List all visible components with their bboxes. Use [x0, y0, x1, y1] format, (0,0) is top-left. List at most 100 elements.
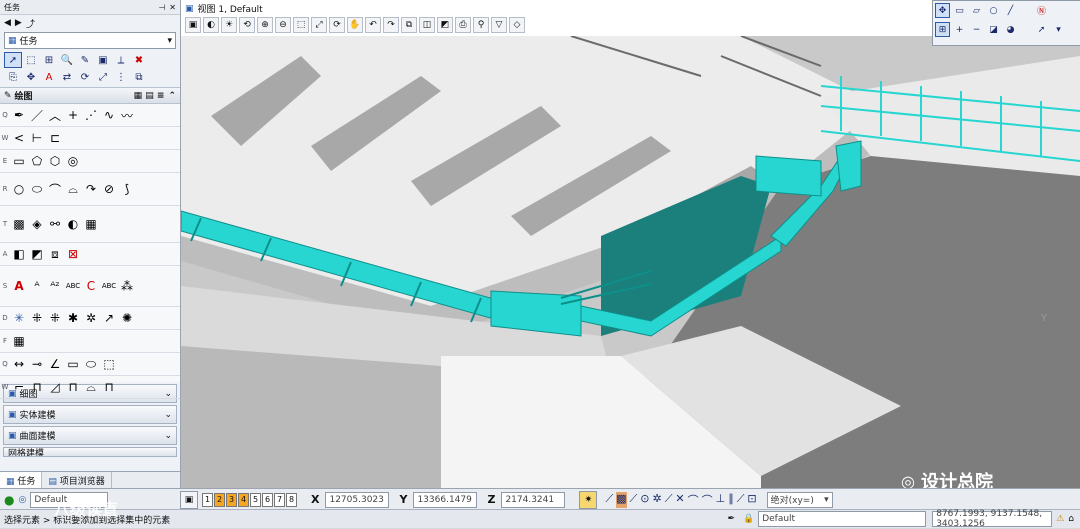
copy-icon[interactable]: ⎘ — [4, 69, 22, 85]
display-style-icon[interactable]: ◐ — [203, 17, 219, 33]
text-edit-icon[interactable]: ᴬ — [28, 278, 46, 294]
fill-icon[interactable]: ◐ — [64, 216, 82, 232]
place-text-icon[interactable]: A — [10, 278, 28, 294]
view-button-2[interactable]: 2 — [214, 492, 225, 507]
pan-view-icon[interactable]: ✋ — [347, 17, 363, 33]
shape-icon[interactable]: ⬠ — [28, 153, 46, 169]
chevron-tool-icon[interactable]: ︿ — [46, 107, 64, 123]
z-coordinate-field[interactable]: 2174.3241 — [501, 491, 566, 508]
clip-mask-icon[interactable]: ◩ — [437, 17, 453, 33]
up-icon[interactable]: ⤴ — [26, 17, 35, 30]
cell-icon[interactable]: ◧ — [10, 246, 28, 262]
cell-select-icon[interactable]: ◩ — [28, 246, 46, 262]
circle-icon[interactable]: ◎ — [64, 153, 82, 169]
chevron-down-icon[interactable]: ▾ — [1051, 22, 1066, 37]
arc-3pt-icon[interactable]: ↷ — [82, 181, 100, 197]
text-case-icon[interactable]: C — [82, 278, 100, 294]
snap-point-on-icon[interactable]: ⊡ — [747, 492, 756, 508]
text-tool-icon[interactable]: A — [40, 69, 58, 85]
chamfer-icon[interactable]: < — [10, 130, 28, 146]
arrow-select-icon[interactable]: ➚ — [4, 52, 22, 68]
x-coordinate-field[interactable]: 12705.3023 — [325, 491, 390, 508]
snap-grid-icon[interactable]: ⊞ — [935, 22, 950, 37]
cell-replace-icon[interactable]: ⧈ — [46, 246, 64, 262]
fill-icon[interactable]: ◪ — [986, 22, 1001, 37]
plus-icon[interactable]: + — [952, 22, 967, 37]
snap-bisector-icon[interactable]: ⟋ — [665, 492, 673, 508]
cell-delete-icon[interactable]: ⊠ — [64, 246, 82, 262]
view-rotation-icon[interactable]: ▽ — [491, 17, 507, 33]
snap-nearest-icon[interactable]: ▩ — [616, 491, 627, 508]
fit-view-icon[interactable]: ⤢ — [311, 17, 327, 33]
task-combo[interactable]: ▦ 任务 ▾ — [4, 32, 176, 49]
table-icon[interactable]: ▦ — [10, 333, 28, 349]
cursor-icon[interactable]: ➚ — [1034, 22, 1049, 37]
view-button-3[interactable]: 3 — [226, 492, 237, 507]
snap-tangent-point-icon[interactable]: ⌒ — [702, 492, 713, 508]
model-viewport[interactable]: Y — [181, 36, 1080, 488]
arc-icon[interactable]: ⌒ — [46, 181, 64, 197]
window-area-icon[interactable]: ⬚ — [293, 17, 309, 33]
text-match-icon[interactable]: ⁂ — [118, 278, 136, 294]
measure-length-icon[interactable]: ▭ — [64, 356, 82, 372]
reference-icon[interactable]: ⧉ — [130, 69, 148, 85]
pin-icon[interactable]: ⊣ — [158, 3, 165, 12]
measure-angle-icon[interactable]: ∠ — [46, 356, 64, 372]
zoom-in-icon[interactable]: ⊕ — [257, 17, 273, 33]
star-icon[interactable]: ✱ — [64, 310, 82, 326]
active-level-field[interactable]: Default — [758, 511, 927, 527]
view-button-1[interactable]: 1 — [202, 492, 213, 507]
section-solid-modeling[interactable]: ▣ 实体建模 ⌄ — [3, 405, 177, 424]
text-abc-icon[interactable]: ABC — [64, 278, 82, 294]
place-point-icon[interactable]: ✒ — [10, 107, 28, 123]
globe-icon[interactable]: ◕ — [1003, 22, 1018, 37]
polygon-icon[interactable]: ⬡ — [46, 153, 64, 169]
lock-icon[interactable]: 🔒 — [743, 514, 754, 524]
sun-icon[interactable]: ✳ — [10, 310, 28, 326]
section-surface-modeling[interactable]: ▣ 曲面建模 ⌄ — [3, 426, 177, 445]
trim-icon[interactable]: ⊏ — [46, 130, 64, 146]
plus-tool-icon[interactable]: + — [64, 107, 82, 123]
rectangle-icon[interactable]: ▭ — [10, 153, 28, 169]
camera-icon[interactable]: ⎙ — [455, 17, 471, 33]
element-select-icon[interactable]: ⊞ — [40, 52, 58, 68]
snap-center-icon[interactable]: ⊙ — [640, 492, 649, 508]
query-icon[interactable]: 🔍 — [58, 52, 76, 68]
view-button-8[interactable]: 8 — [286, 492, 297, 507]
snap-parallel-icon[interactable]: ∥ — [728, 492, 734, 508]
measure-distance-icon[interactable]: ↔ — [10, 356, 28, 372]
walk-icon[interactable]: ⚲ — [473, 17, 489, 33]
view-mode-icon[interactable]: ▦ ▤ ≡ — [134, 91, 165, 101]
rect-icon[interactable]: ▭ — [952, 3, 967, 18]
snap-tangent-icon[interactable]: ⌒ — [688, 492, 699, 508]
forward-icon[interactable]: ▶ — [15, 18, 22, 28]
dim-angle-icon[interactable]: ◿ — [46, 379, 64, 395]
tab-tasks[interactable]: ▦ 任务 — [0, 472, 43, 488]
pen-icon[interactable]: ✒ — [727, 514, 735, 524]
smartline-icon[interactable]: ∿ — [100, 107, 118, 123]
ellipse-icon[interactable]: ⬭ — [28, 181, 46, 197]
y-coordinate-field[interactable]: 13366.1479 — [413, 491, 478, 508]
line-icon[interactable]: ╱ — [1003, 3, 1018, 18]
home-icon[interactable]: ⌂ — [1068, 514, 1074, 524]
view-button-6[interactable]: 6 — [262, 492, 273, 507]
construct-icon[interactable]: ⌐ — [10, 379, 28, 395]
modify-arc-icon[interactable]: ⊘ — [100, 181, 118, 197]
circle-icon[interactable]: ○ — [10, 181, 28, 197]
view-group-icon[interactable]: ▣ — [180, 490, 198, 509]
view-attributes-icon[interactable]: ▣ — [185, 17, 201, 33]
snap-intersection-icon[interactable]: ✕ — [675, 492, 684, 508]
accudraw-icon[interactable]: ✷ — [579, 490, 598, 509]
hatch-icon[interactable]: ▩ — [10, 216, 28, 232]
snap-origin-icon[interactable]: ✲ — [652, 492, 661, 508]
minus-icon[interactable]: − — [969, 22, 984, 37]
spline-icon[interactable]: ⟆ — [118, 181, 136, 197]
update-view-icon[interactable]: ⟲ — [239, 17, 255, 33]
arrow-tool-icon[interactable]: ↗ — [100, 310, 118, 326]
scale-icon[interactable]: ⤢ — [94, 69, 112, 85]
snap-keypoint-icon[interactable]: ⟋ — [605, 492, 613, 508]
dim-arc-icon[interactable]: ⌓ — [82, 379, 100, 395]
close-icon[interactable]: ✕ — [169, 3, 176, 12]
tab-project-explorer[interactable]: ▤ 项目浏览器 — [42, 472, 112, 488]
clip-volume-icon[interactable]: ◫ — [419, 17, 435, 33]
